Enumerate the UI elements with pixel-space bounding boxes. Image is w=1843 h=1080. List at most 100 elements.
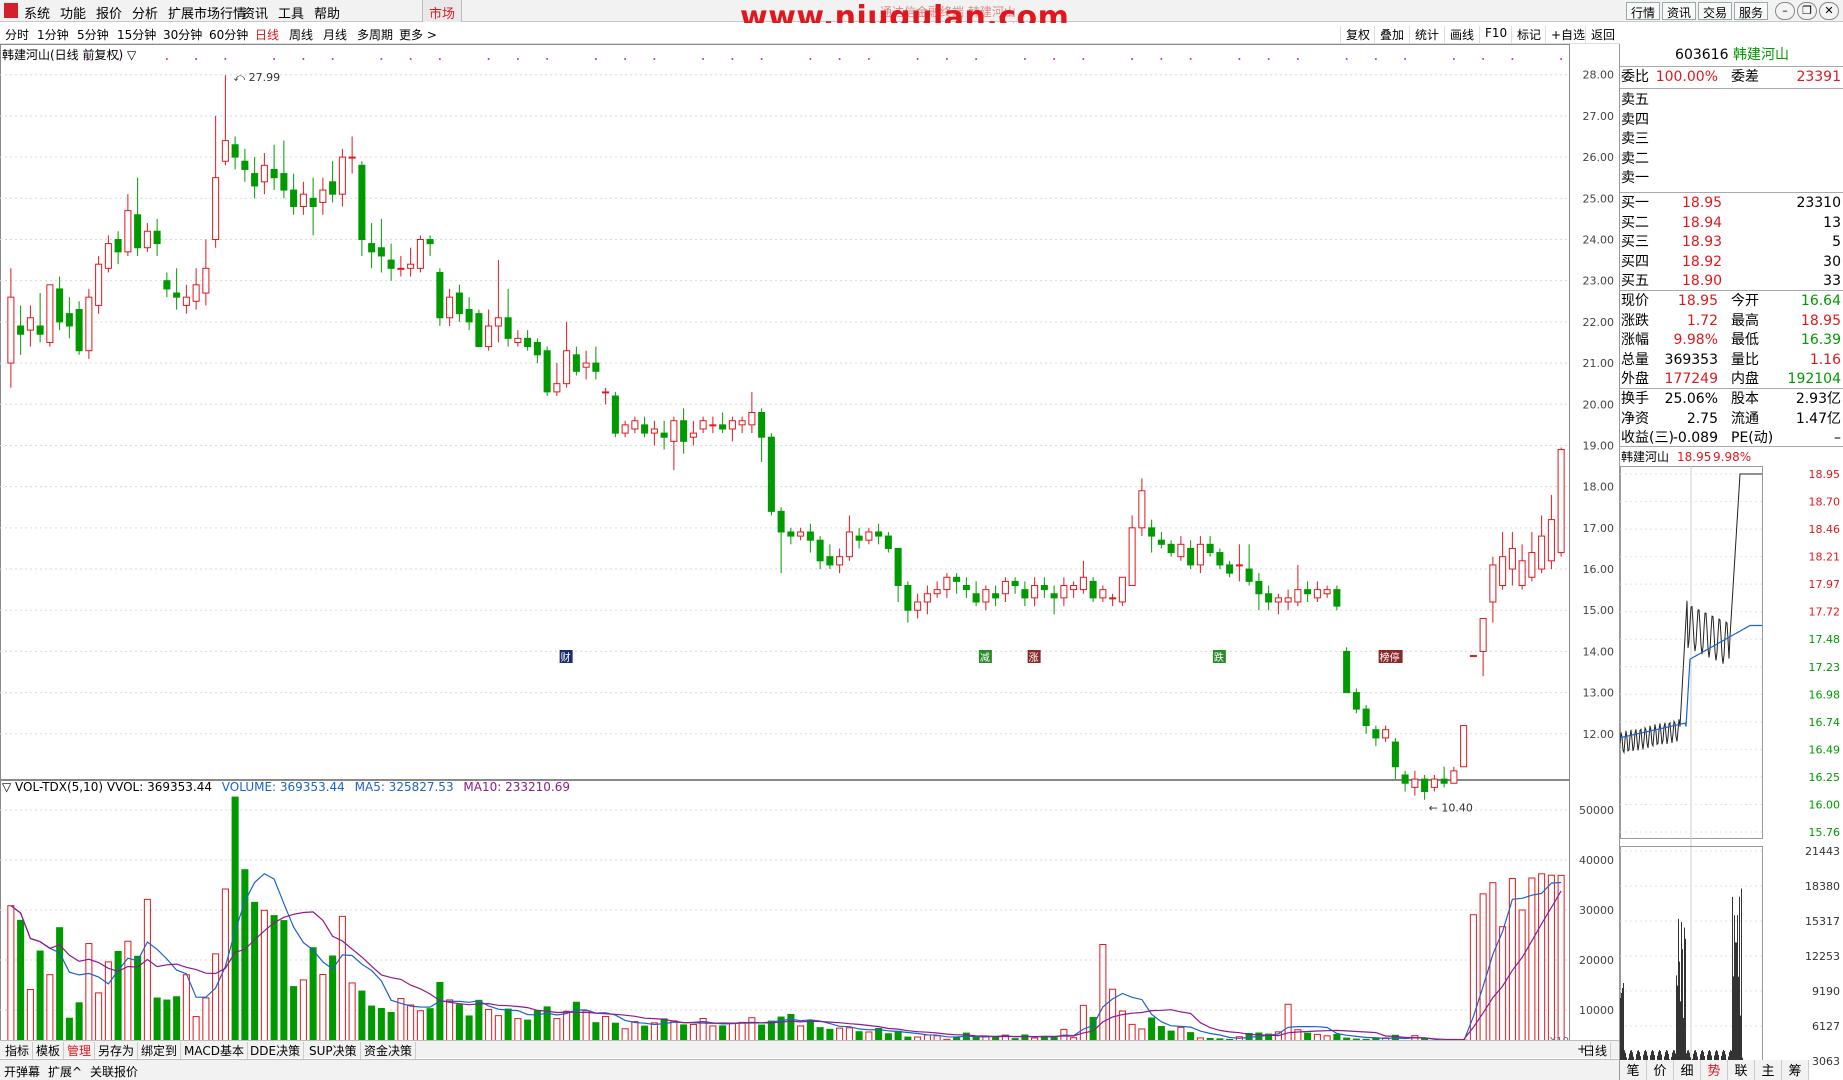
volume-bar bbox=[446, 999, 454, 1040]
volume-bar bbox=[611, 1022, 619, 1040]
tab-bind[interactable]: 绑定到 bbox=[138, 1042, 182, 1059]
mini-chart-title: 韩建河山 18.95 9.98% bbox=[1621, 450, 1752, 464]
rp-tab-related[interactable]: 联 bbox=[1728, 1060, 1755, 1080]
volume-bar bbox=[631, 1021, 639, 1040]
rp-tab-trades[interactable]: 笔 bbox=[1620, 1060, 1647, 1080]
bid-row: 买二 18.94 13 bbox=[1620, 214, 1843, 233]
kline-chart[interactable]: 28.00 27.00 26.00 25.00 24.00 23.00 22.00 21.00… bbox=[0, 44, 1619, 1040]
signal-dot bbox=[1082, 58, 1085, 60]
menu-function[interactable]: 功能 bbox=[60, 3, 86, 22]
period-5min[interactable]: 5分钟 bbox=[77, 26, 109, 43]
menu-help[interactable]: 帮助 bbox=[314, 3, 340, 22]
volume-bar bbox=[1187, 1032, 1195, 1040]
top-button-service[interactable]: 服务 bbox=[1734, 2, 1769, 20]
volume-bar bbox=[758, 1024, 766, 1040]
market-tab[interactable]: 市场 bbox=[422, 0, 462, 22]
mini-vol-tick: 18380 bbox=[1805, 880, 1840, 893]
tab-indicator[interactable]: 指标 bbox=[2, 1042, 34, 1059]
tab-dde[interactable]: DDE决策 bbox=[247, 1042, 305, 1059]
period-1min[interactable]: 1分钟 bbox=[37, 26, 69, 43]
candle-body bbox=[387, 259, 395, 269]
volume-bar bbox=[17, 919, 25, 1040]
tab-manage[interactable]: 管理 bbox=[64, 1042, 96, 1059]
price-tick-label: 28.00 bbox=[1583, 69, 1615, 82]
menu-analysis[interactable]: 分析 bbox=[132, 3, 158, 22]
candle-body bbox=[553, 383, 561, 393]
bid-row: 买四 18.92 30 bbox=[1620, 253, 1843, 272]
minimize-icon[interactable]: – bbox=[1775, 2, 1795, 20]
toggle-extend[interactable]: 扩展^ bbox=[48, 1063, 82, 1080]
period-timeshare[interactable]: 分时 bbox=[5, 26, 29, 43]
period-30min[interactable]: 30分钟 bbox=[163, 26, 202, 43]
period-indicator[interactable]: 日线 bbox=[1580, 1042, 1612, 1059]
price-tick-label: 24.00 bbox=[1583, 233, 1615, 246]
event-marker-label: 涨 bbox=[1029, 652, 1039, 664]
volume-bar bbox=[1079, 1004, 1087, 1040]
menu-tools[interactable]: 工具 bbox=[278, 3, 304, 22]
tab-save-as[interactable]: 另存为 bbox=[95, 1042, 139, 1059]
event-marker-label: 跌 bbox=[1214, 651, 1224, 664]
restore-icon[interactable]: ❐ bbox=[1797, 2, 1817, 20]
candle-body bbox=[290, 189, 298, 208]
toggle-barrage[interactable]: 开弹幕 bbox=[4, 1063, 40, 1080]
toolbar-adjust[interactable]: 复权 bbox=[1340, 26, 1370, 43]
toolbar-back[interactable]: 返回 bbox=[1585, 26, 1615, 43]
row-label: 换手 bbox=[1621, 391, 1649, 407]
period-monthly[interactable]: 月线 bbox=[323, 26, 347, 43]
toolbar-stats[interactable]: 统计 bbox=[1409, 26, 1439, 43]
high-price-annotation: ⤺ 27.99 bbox=[233, 71, 280, 84]
tab-template[interactable]: 模板 bbox=[33, 1042, 65, 1059]
candle-body bbox=[163, 280, 171, 290]
price-tick-label: 12.00 bbox=[1583, 728, 1615, 741]
price-tick-label: 27.00 bbox=[1583, 110, 1615, 123]
menu-extended-market[interactable]: 扩展市场行情 bbox=[168, 3, 246, 22]
toolbar-draw[interactable]: 画线 bbox=[1444, 26, 1474, 43]
top-button-news[interactable]: 资讯 bbox=[1662, 2, 1697, 20]
period-15min[interactable]: 15分钟 bbox=[117, 26, 156, 43]
candle-body bbox=[1040, 585, 1048, 591]
candle-body bbox=[923, 593, 931, 603]
toolbar-add-watch[interactable]: +自选 bbox=[1545, 26, 1585, 43]
top-button-quote[interactable]: 行情 bbox=[1626, 2, 1661, 20]
related-quote[interactable]: 关联报价 bbox=[90, 1063, 138, 1080]
period-daily[interactable]: 日线 bbox=[255, 26, 279, 43]
period-60min[interactable]: 60分钟 bbox=[209, 26, 248, 43]
tab-sup[interactable]: SUP决策 bbox=[306, 1042, 361, 1059]
menu-news[interactable]: 资讯 bbox=[242, 3, 268, 22]
close-icon[interactable]: ✕ bbox=[1819, 2, 1839, 20]
period-multi[interactable]: 多周期 bbox=[357, 26, 393, 43]
period-weekly[interactable]: 周线 bbox=[289, 26, 313, 43]
top-button-trade[interactable]: 交易 bbox=[1698, 2, 1733, 20]
tab-macd[interactable]: MACD基本 bbox=[181, 1042, 248, 1059]
rp-tab-main[interactable]: 主 bbox=[1755, 1060, 1782, 1080]
volume-bar bbox=[1128, 1023, 1136, 1040]
rp-tab-detail[interactable]: 细 bbox=[1674, 1060, 1701, 1080]
rp-tab-price[interactable]: 价 bbox=[1647, 1060, 1674, 1080]
candle-body bbox=[65, 313, 73, 327]
candle-body bbox=[338, 156, 346, 195]
toolbar-overlay[interactable]: 叠加 bbox=[1374, 26, 1404, 43]
signal-dot bbox=[1482, 58, 1485, 60]
rp-tab-chips[interactable]: 筹 bbox=[1782, 1060, 1809, 1080]
volume-indicator-name[interactable]: ▽ VOL-TDX(5,10) VVOL: 369353.44 bbox=[2, 780, 212, 794]
rp-tab-trend[interactable]: 势 bbox=[1701, 1060, 1728, 1080]
app-logo-icon[interactable] bbox=[4, 3, 18, 18]
row-value-2: 2.93亿 bbox=[1795, 391, 1841, 407]
candle-body bbox=[1538, 535, 1546, 570]
intraday-mini-chart[interactable]: 18.95 18.70 18.46 18.21 17.97 17.72 17.48 17.23… bbox=[1620, 466, 1843, 1072]
period-more[interactable]: 更多 > bbox=[399, 26, 437, 43]
toolbar-f10[interactable]: F10 bbox=[1479, 26, 1507, 43]
menu-quote[interactable]: 报价 bbox=[96, 3, 122, 22]
signal-dot bbox=[273, 58, 276, 60]
main-chart-legend[interactable]: 韩建河山(日线 前复权) ▽ bbox=[2, 46, 136, 63]
toolbar-mark[interactable]: 标记 bbox=[1511, 26, 1541, 43]
candle-body bbox=[982, 589, 990, 603]
bid-price: 18.94 bbox=[1682, 214, 1723, 231]
volume-bar bbox=[182, 974, 190, 1040]
row-value: 25.06% bbox=[1664, 391, 1718, 407]
menu-system[interactable]: 系统 bbox=[24, 3, 50, 22]
volume-bar bbox=[494, 1015, 502, 1040]
volume-legend[interactable]: ▽ VOL-TDX(5,10) VVOL: 369353.44 VOLUME: … bbox=[2, 780, 576, 794]
signal-dot bbox=[867, 58, 870, 60]
tab-fund[interactable]: 资金决策 bbox=[361, 1042, 417, 1059]
